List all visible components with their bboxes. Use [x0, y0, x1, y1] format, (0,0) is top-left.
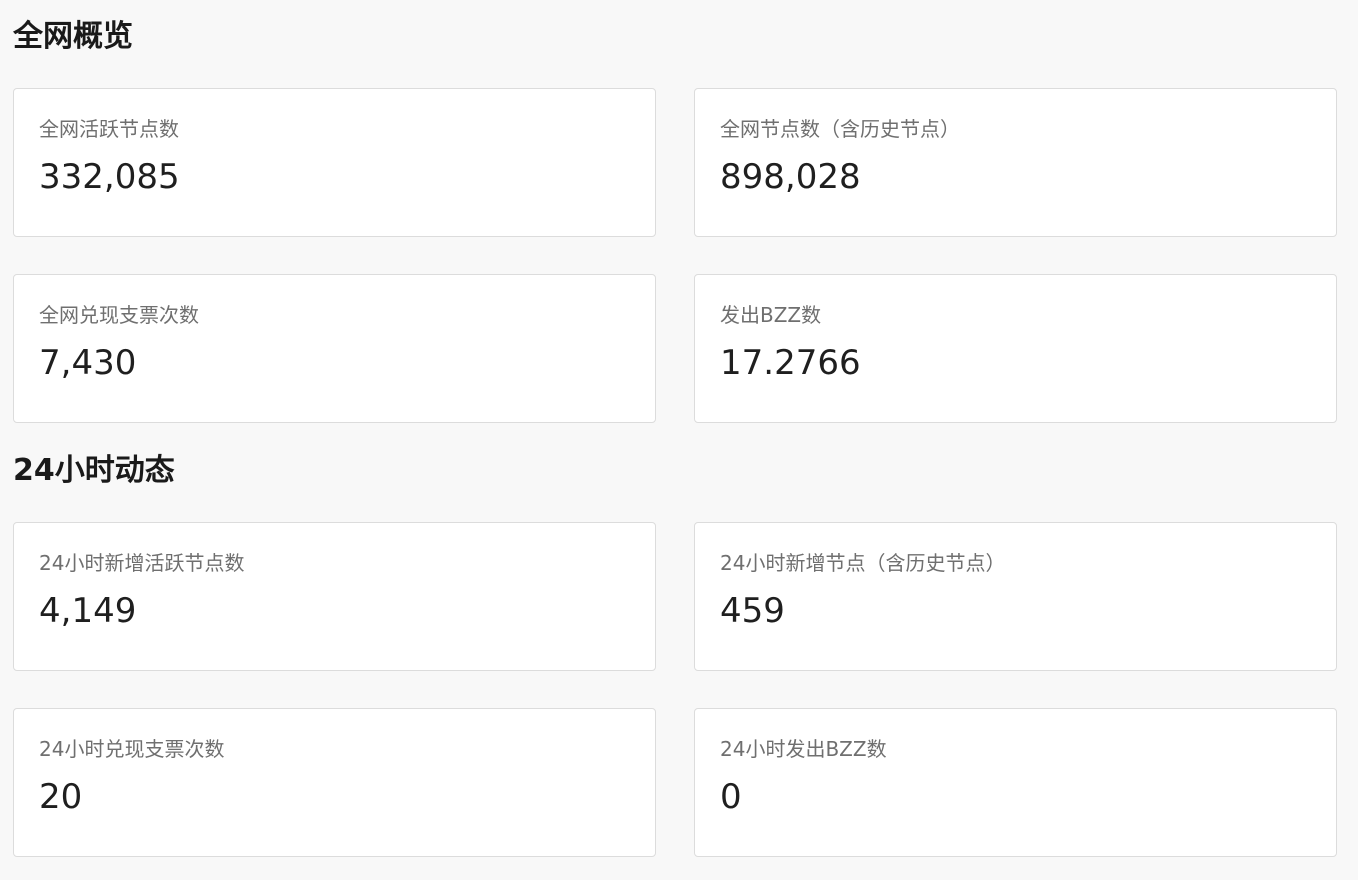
stat-value: 17.2766 [720, 343, 861, 383]
stat-card-total-nodes: 全网节点数（含历史节点） 898,028 [694, 88, 1337, 237]
stat-label: 全网节点数（含历史节点） [720, 117, 960, 141]
stat-card-24h-new-active-nodes: 24小时新增活跃节点数 4,149 [13, 522, 656, 671]
stat-label: 全网活跃节点数 [39, 117, 179, 141]
section-title-overview: 全网概览 [13, 19, 133, 54]
stat-card-cheques-cashed: 全网兑现支票次数 7,430 [13, 274, 656, 423]
stat-value: 20 [39, 777, 83, 817]
stat-value: 0 [720, 777, 742, 817]
stat-label: 发出BZZ数 [720, 303, 822, 327]
stat-label: 24小时发出BZZ数 [720, 737, 887, 761]
stat-label: 24小时兑现支票次数 [39, 737, 225, 761]
stat-card-24h-new-nodes: 24小时新增节点（含历史节点） 459 [694, 522, 1337, 671]
section-title-24h: 24小时动态 [13, 453, 175, 488]
stat-value: 7,430 [39, 343, 137, 383]
stat-value: 459 [720, 591, 785, 631]
stat-card-24h-bzz-issued: 24小时发出BZZ数 0 [694, 708, 1337, 857]
stat-label: 24小时新增节点（含历史节点） [720, 551, 1006, 575]
stat-card-bzz-issued: 发出BZZ数 17.2766 [694, 274, 1337, 423]
stat-card-24h-cheques-cashed: 24小时兑现支票次数 20 [13, 708, 656, 857]
stat-value: 332,085 [39, 157, 180, 197]
stat-card-active-nodes: 全网活跃节点数 332,085 [13, 88, 656, 237]
stat-value: 4,149 [39, 591, 137, 631]
stat-label: 24小时新增活跃节点数 [39, 551, 245, 575]
stat-value: 898,028 [720, 157, 861, 197]
stat-label: 全网兑现支票次数 [39, 303, 199, 327]
